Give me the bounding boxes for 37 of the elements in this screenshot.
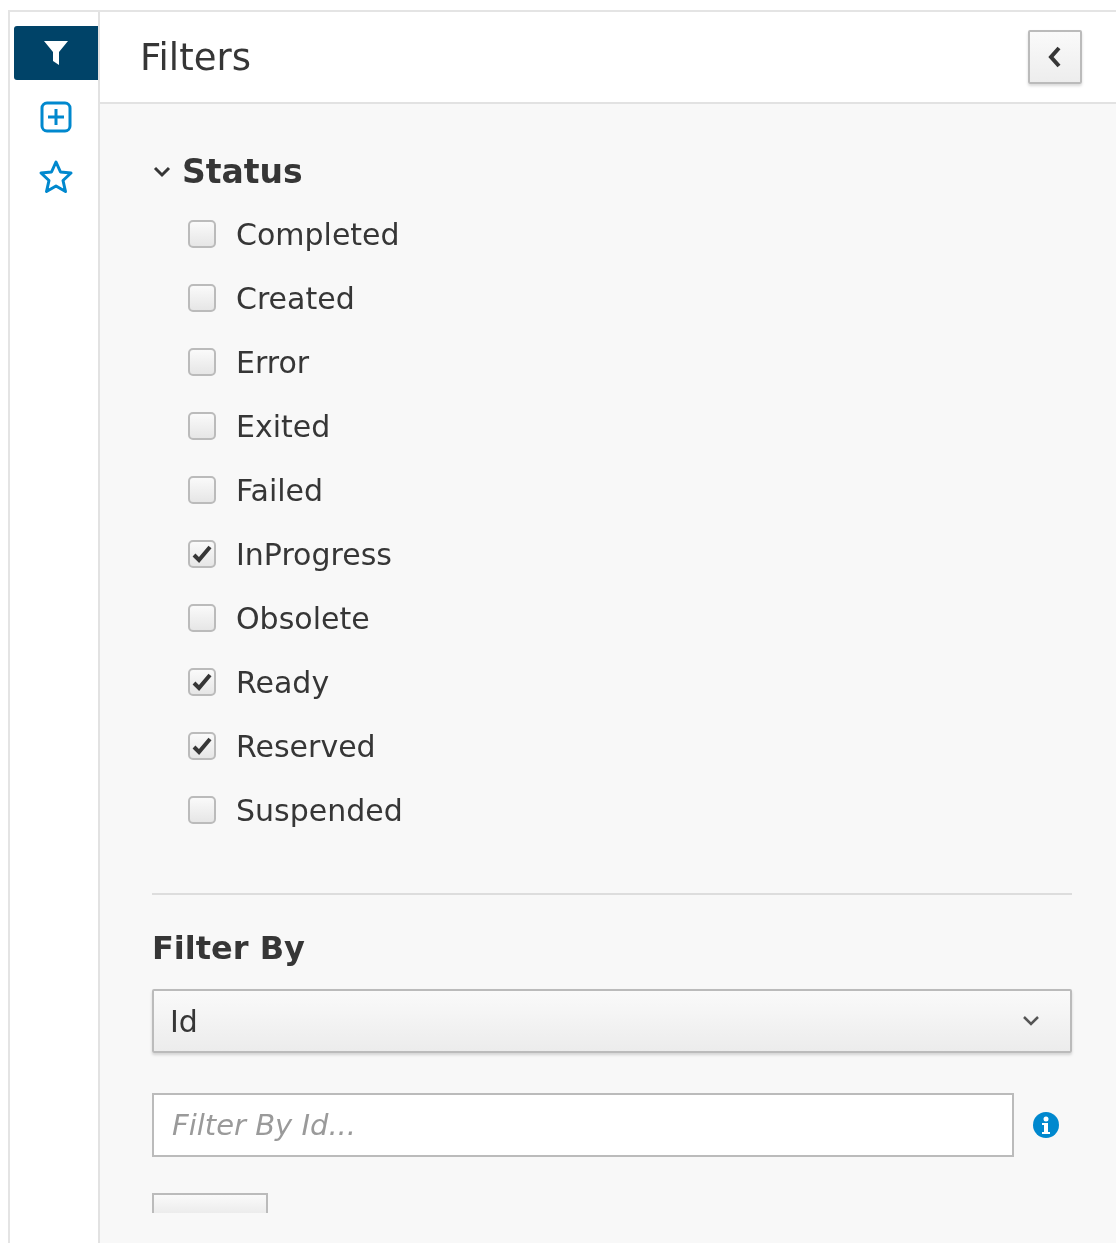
checkbox-label: Obsolete: [236, 600, 370, 636]
star-icon: [38, 159, 74, 195]
filter-select[interactable]: Id: [152, 989, 1072, 1053]
chevron-left-icon: [1047, 45, 1063, 69]
filter-input[interactable]: Filter By Id...: [152, 1093, 1014, 1157]
panel-title: Filters: [140, 35, 251, 79]
checkbox[interactable]: [188, 540, 216, 568]
checkbox-label: Error: [236, 344, 310, 380]
chevron-icon: [152, 164, 172, 179]
checkbox[interactable]: [188, 732, 216, 760]
checkbox-label: InProgress: [236, 536, 392, 572]
section-toggle[interactable]: Status: [152, 152, 303, 191]
checkbox[interactable]: [188, 220, 216, 248]
checkbox[interactable]: [188, 284, 216, 312]
checkbox[interactable]: [188, 668, 216, 696]
checkbox-label: Suspended: [236, 792, 403, 828]
checkbox-label: Exited: [236, 408, 331, 444]
checkbox-label: Failed: [236, 472, 324, 508]
section-title: Filter By: [152, 929, 306, 967]
check-icon: [192, 545, 212, 563]
sidebar-tab[interactable]: [14, 26, 98, 80]
checkbox[interactable]: [188, 796, 216, 824]
checkbox-label: Reserved: [236, 728, 376, 764]
filter-icon: [43, 39, 69, 67]
info-icon[interactable]: [1032, 1111, 1060, 1139]
collapse-button[interactable]: [1028, 30, 1082, 84]
checkbox[interactable]: [188, 476, 216, 504]
check-icon: [192, 673, 212, 691]
add-icon: [40, 101, 72, 133]
caret-icon: [1022, 1015, 1040, 1027]
checkbox-label: Ready: [236, 664, 330, 700]
checkbox-label: Created: [236, 280, 355, 316]
check-icon: [192, 737, 212, 755]
checkbox[interactable]: [188, 348, 216, 376]
checkbox[interactable]: [188, 604, 216, 632]
checkbox[interactable]: [188, 412, 216, 440]
checkbox-label: Completed: [236, 216, 400, 252]
